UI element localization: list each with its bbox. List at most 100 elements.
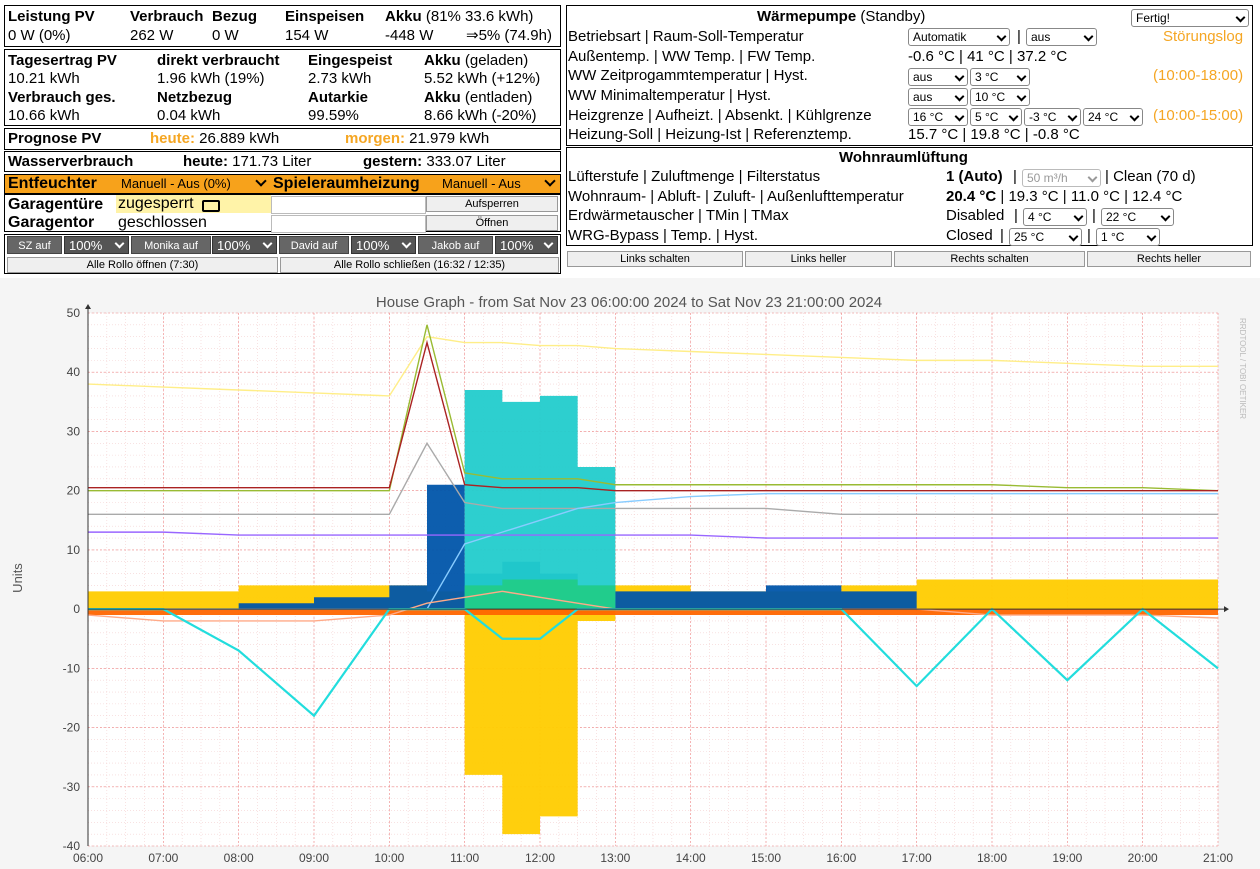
- h-eingespeist: Eingespeist: [308, 52, 393, 69]
- rollo-monika-select[interactable]: 100%: [212, 236, 277, 254]
- y-tick-label: -20: [63, 721, 81, 735]
- v-pv: 0 W (0%): [8, 27, 71, 44]
- x-tick-label: 13:00: [600, 851, 630, 865]
- h-bezug: Bezug: [212, 8, 257, 25]
- h-einspeisen: Einspeisen: [285, 8, 365, 25]
- y-tick-label: 20: [67, 484, 81, 498]
- kuehlgrenze-select[interactable]: 24 °C: [1083, 108, 1143, 126]
- rollo-david-button[interactable]: David auf: [279, 236, 349, 254]
- entfeuchter-label: Entfeuchter: [8, 175, 97, 192]
- v-bezug: 0 W: [212, 27, 239, 44]
- entfeuchter-select[interactable]: Manuell - Aus (0%): [121, 175, 269, 192]
- h-autarkie: Autarkie: [308, 89, 369, 106]
- rollo-row: SZ auf 100% Monika auf 100% David auf 10…: [4, 234, 561, 274]
- x-tick-label: 17:00: [902, 851, 932, 865]
- garagentuer-status-text: zugesperrt: [118, 195, 194, 212]
- links-schalten-button[interactable]: Links schalten: [567, 251, 743, 267]
- prognose-heute: heute: 26.889 kWh: [150, 130, 280, 147]
- prognose-label: Prognose PV: [8, 130, 102, 147]
- lue-r2-val: 20.4 °C | 19.3 °C | 11.0 °C | 12.4 °C: [946, 188, 1183, 205]
- aufheizt-select[interactable]: 5 °C: [970, 108, 1022, 126]
- lueftung-box: Wohnraumlüftung Lüfterstufe | Zuluftmeng…: [566, 147, 1253, 246]
- wp-title: Wärmepumpe (Standby): [757, 8, 926, 25]
- links-heller-button[interactable]: Links heller: [745, 251, 892, 267]
- h-akku1: Akku (geladen): [424, 52, 529, 69]
- prognose-box: Prognose PV heute: 26.889 kWh morgen: 21…: [4, 128, 561, 150]
- rechts-schalten-button[interactable]: Rechts schalten: [894, 251, 1085, 267]
- heizgrenze-select[interactable]: 16 °C: [908, 108, 968, 126]
- v-akku2: 8.66 kWh (-20%): [424, 107, 537, 124]
- absenkt-select[interactable]: -3 °C: [1024, 108, 1081, 126]
- rollo-jakob-button[interactable]: Jakob auf: [418, 236, 493, 254]
- h-ertrag: Tagesertrag PV: [8, 52, 117, 69]
- ww-zeitprog-hyst-select[interactable]: 3 °C: [970, 68, 1030, 86]
- lock-icon: [202, 200, 220, 212]
- watermark: RRDTOOL / TOBI OETIKER: [1238, 318, 1247, 419]
- daily-box: Tagesertrag PV direkt verbraucht Eingesp…: [4, 49, 561, 126]
- lue-r1-val2: | Clean (70 d): [1105, 168, 1196, 185]
- wasser-label: Wasserverbrauch: [8, 153, 134, 170]
- lue-r1-val: 1 (Auto): [946, 168, 1003, 185]
- bypass-temp-select[interactable]: 25 °C: [1009, 228, 1082, 246]
- rollo-david-select[interactable]: 100%: [351, 236, 416, 254]
- x-tick-label: 09:00: [299, 851, 329, 865]
- raum-soll-select[interactable]: aus: [1026, 28, 1097, 46]
- lue-r4-sep1: |: [1000, 227, 1004, 244]
- spieleraum-select-value: Manuell - Aus: [442, 176, 521, 191]
- spieleraum-label: Spieleraumheizung: [273, 175, 420, 192]
- rollo-monika-button[interactable]: Monika auf: [131, 236, 211, 254]
- garagentuer-label: Garagentüre: [8, 196, 104, 213]
- wp-status-select[interactable]: Fertig!: [1131, 9, 1249, 27]
- y-tick-label: 40: [67, 365, 81, 379]
- ww-min-hyst-select[interactable]: 10 °C: [970, 88, 1030, 106]
- h-pv: Leistung PV: [8, 8, 95, 25]
- v-akku-pct: ⇒5% (74.9h): [466, 27, 552, 44]
- spieleraum-select[interactable]: Manuell - Aus: [442, 175, 558, 192]
- v-akku1: 5.52 kWh (+12%): [424, 70, 541, 87]
- x-tick-label: 14:00: [676, 851, 706, 865]
- y-tick-label: -10: [63, 661, 81, 675]
- zuluftmenge-select[interactable]: 50 m³/h: [1022, 169, 1101, 187]
- garagentor-input: [271, 215, 426, 233]
- chevron-down-icon: [255, 175, 267, 187]
- betriebsart-select[interactable]: Automatik: [908, 28, 1010, 46]
- ww-zeitprog-select[interactable]: aus: [908, 68, 968, 86]
- power-box: Leistung PV Verbrauch Bezug Einspeisen A…: [4, 5, 561, 47]
- v-verbrauch-ges: 10.66 kWh: [8, 107, 80, 124]
- x-tick-label: 21:00: [1203, 851, 1233, 865]
- wasser-box: Wasserverbrauch heute: 171.73 Liter gest…: [4, 151, 561, 172]
- y-tick-label: -30: [63, 780, 81, 794]
- stoerungslog-link[interactable]: Störungslog: [1163, 28, 1243, 46]
- y-tick-label: 10: [67, 543, 81, 557]
- rechts-heller-button[interactable]: Rechts heller: [1087, 251, 1251, 267]
- house-graph: -40-30-20-100102030405006:00 07:00 08:00 09…: [0, 278, 1260, 869]
- aufsperren-button[interactable]: Aufsperren: [426, 196, 558, 212]
- wp-r4-label: WW Minimaltemperatur | Hyst.: [568, 87, 772, 104]
- wasser-heute: heute: 171.73 Liter: [183, 153, 312, 170]
- wp-r3-label: WW Zeitprogammtemperatur | Hyst.: [568, 67, 808, 84]
- rollo-jakob-select[interactable]: 100%: [495, 236, 558, 254]
- chart-title: House Graph - from Sat Nov 23 06:00:00 2…: [376, 294, 882, 311]
- wp-r2-val: -0.6 °C | 41 °C | 37.2 °C: [908, 48, 1068, 65]
- h-akku2: Akku (entladen): [424, 89, 533, 106]
- heiz-time-range: (10:00-15:00): [1153, 107, 1244, 124]
- y-tick-label: 50: [67, 306, 81, 320]
- lue-r1-label: Lüfterstufe | Zuluftmenge | Filterstatus: [568, 168, 821, 185]
- v-netz: 0.04 kWh: [157, 107, 221, 124]
- rollo-sz-select[interactable]: 100%: [64, 236, 129, 254]
- alle-rollo-schliessen-button[interactable]: Alle Rollo schließen (16:32 / 12:35): [280, 257, 559, 273]
- ewt-tmin-select[interactable]: 4 °C: [1023, 208, 1087, 226]
- wp-r6-val: 15.7 °C | 19.8 °C | -0.8 °C: [908, 126, 1080, 143]
- alle-rollo-oeffnen-button[interactable]: Alle Rollo öffnen (7:30): [7, 257, 278, 273]
- oeffnen-button[interactable]: Öffnen: [426, 215, 558, 231]
- h-akku: Akku (81% 33.6 kWh): [385, 8, 534, 25]
- lue-r3-label: Erdwärmetauscher | TMin | TMax: [568, 207, 789, 224]
- ewt-tmax-select[interactable]: 22 °C: [1101, 208, 1174, 226]
- garagentor-status: geschlossen: [118, 214, 207, 231]
- rollo-sz-button[interactable]: SZ auf: [7, 236, 62, 254]
- wasser-gestern: gestern: 333.07 Liter: [363, 153, 506, 170]
- bypass-hyst-select[interactable]: 1 °C: [1096, 228, 1160, 246]
- ww-min-select[interactable]: aus: [908, 88, 968, 106]
- entfeuchter-row: Entfeuchter Manuell - Aus (0%) Spielerau…: [4, 174, 561, 194]
- lue-r1-sep: |: [1013, 168, 1017, 185]
